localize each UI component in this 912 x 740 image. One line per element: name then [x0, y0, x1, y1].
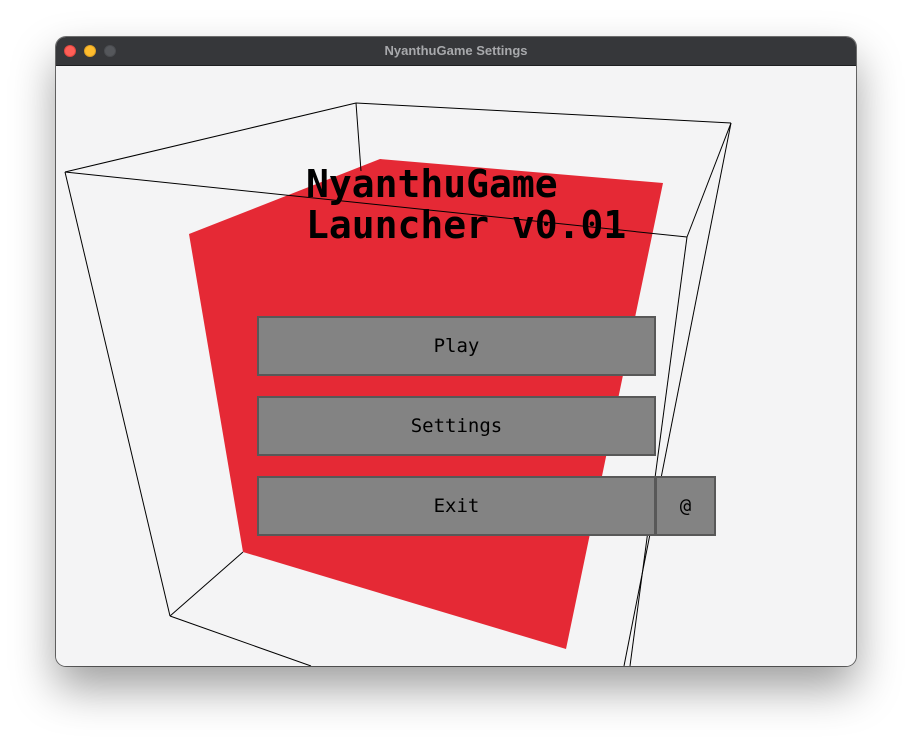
- window-title: NyanthuGame Settings: [384, 43, 528, 58]
- play-button-label: Play: [433, 335, 480, 357]
- exit-button[interactable]: Exit: [257, 476, 656, 536]
- game-scene: NyanthuGame Launcher v0.01 Play Settings…: [56, 66, 856, 666]
- app-window: NyanthuGame Settings NyanthuGame Launche: [56, 37, 856, 666]
- at-button[interactable]: @: [655, 476, 716, 536]
- heading-line-2: Launcher v0.01: [306, 203, 627, 247]
- at-icon: @: [679, 495, 692, 517]
- play-button[interactable]: Play: [257, 316, 656, 376]
- settings-button-label: Settings: [410, 415, 503, 437]
- settings-button[interactable]: Settings: [257, 396, 656, 456]
- exit-button-label: Exit: [433, 495, 480, 517]
- title-bar[interactable]: NyanthuGame Settings: [56, 37, 856, 66]
- launcher-heading: NyanthuGame Launcher v0.01: [306, 164, 626, 246]
- heading-line-1: NyanthuGame: [306, 162, 558, 206]
